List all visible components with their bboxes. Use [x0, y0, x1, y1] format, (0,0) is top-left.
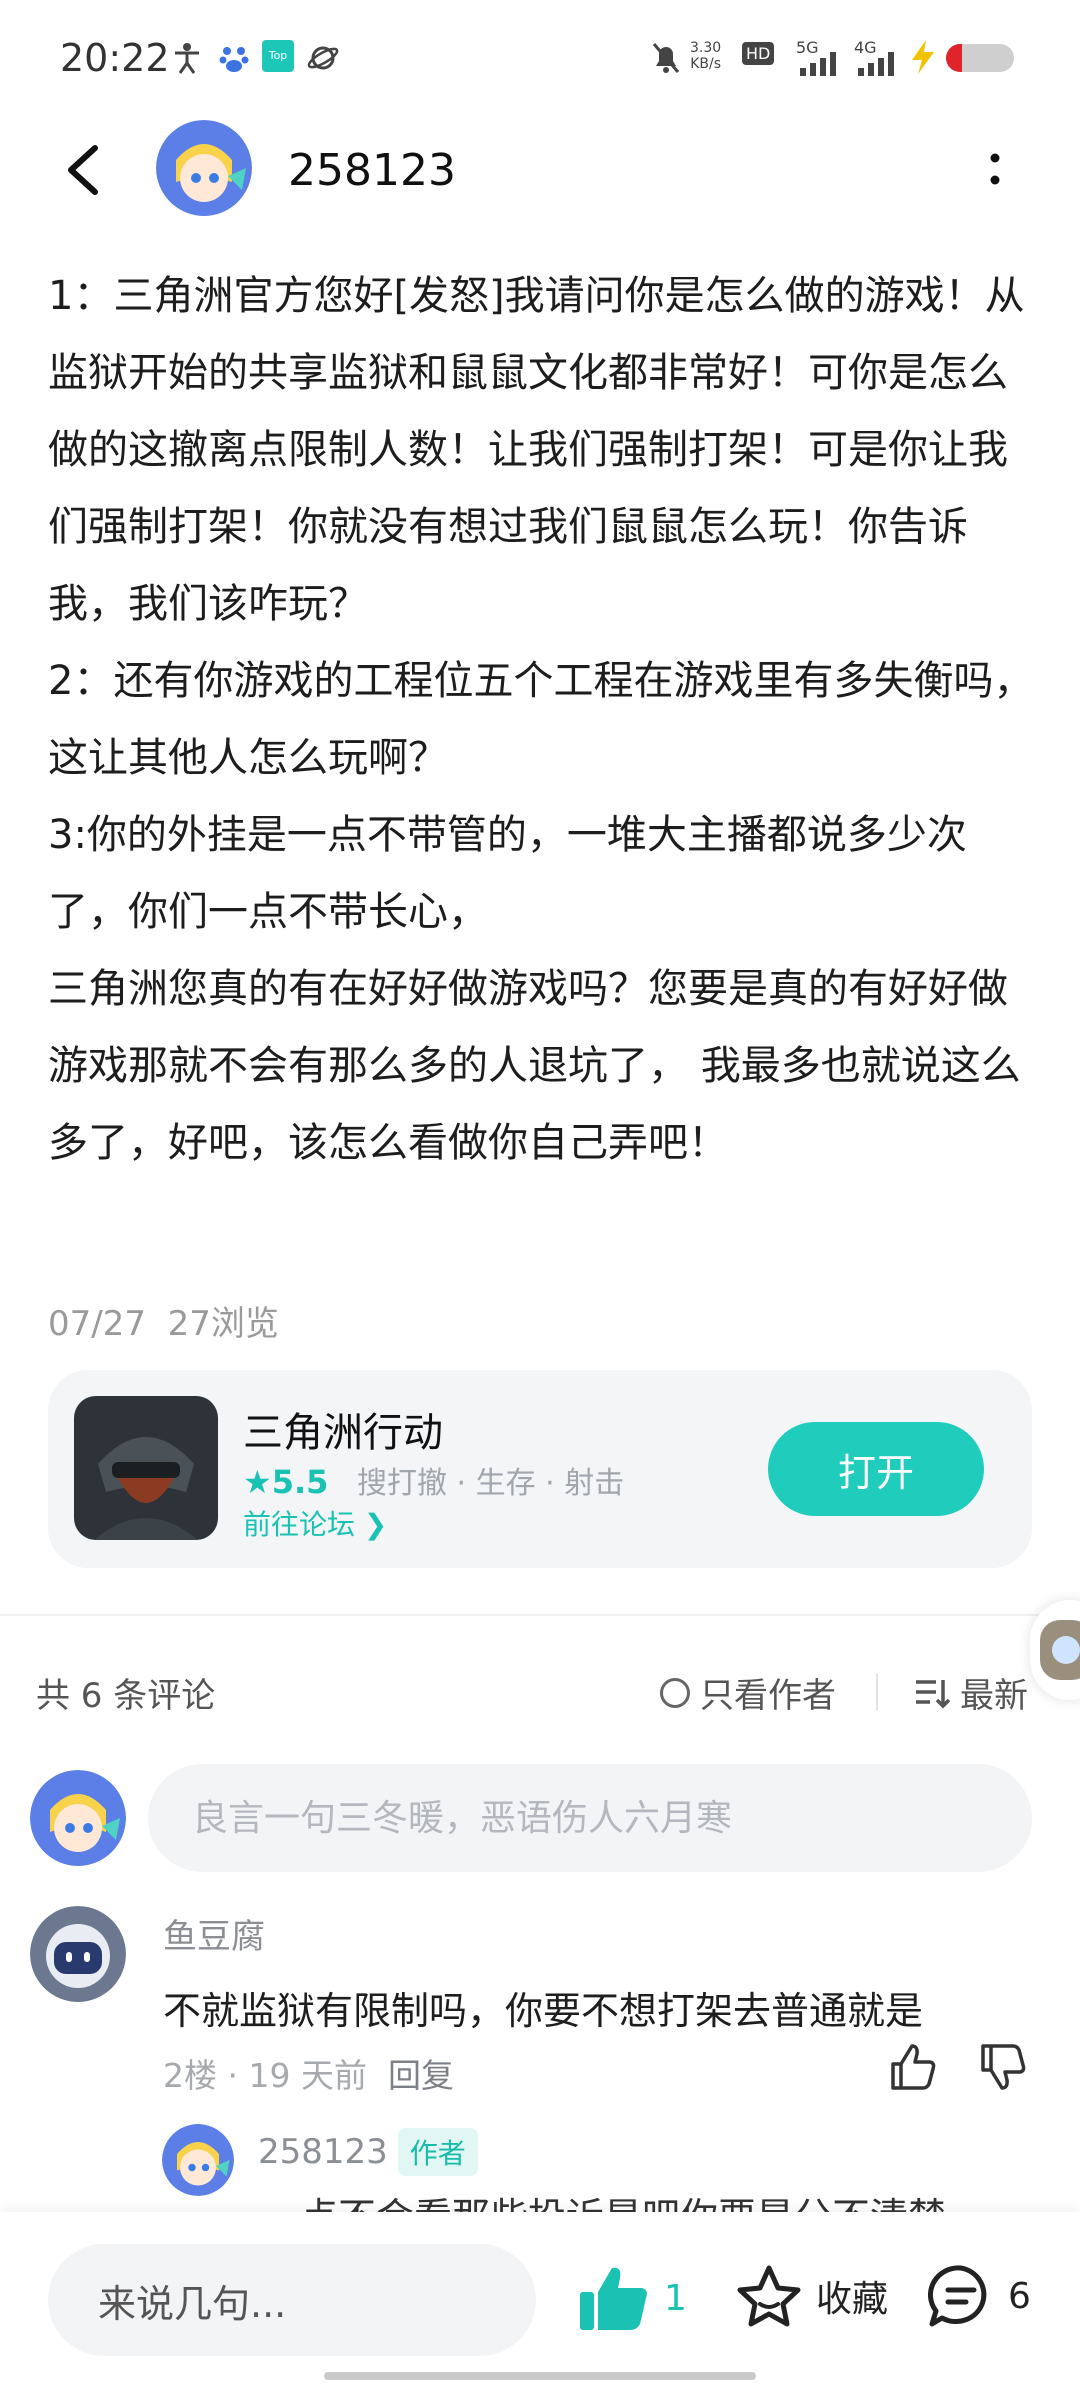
comment-text[interactable]: 不就监狱有限制吗，你要不想打架去普通就是 [163, 1980, 923, 2035]
game-rating-row: ★5.5 搜打撤 · 生存 · 射击 [243, 1463, 625, 1501]
radio-circle-icon [660, 1677, 690, 1708]
game-tag: 搜打撤 [356, 1466, 447, 1501]
baidu-paw-icon [219, 47, 249, 72]
game-name: 三角洲行动 [243, 1410, 443, 1456]
post-paragraph: 1：三角洲官方您好[发怒]我请问你是怎么做的游戏！从监狱开始的共享监狱和鼠鼠文化… [48, 273, 1025, 627]
status-bar: 20:22 Top 3.30 KB/s HD 5G 4G [0, 0, 1080, 110]
comment-floor: 2楼 [163, 2056, 217, 2095]
my-avatar [30, 1770, 126, 1866]
author-tag: 作者 [397, 2128, 478, 2176]
like-count: 1 [664, 2277, 687, 2319]
commenter-avatar[interactable] [30, 1906, 126, 2002]
star-outline-icon [737, 2265, 801, 2327]
favorite-label: 收藏 [816, 2279, 889, 2320]
comment-bubble-icon [928, 2265, 987, 2327]
status-time: 20:22 [60, 36, 170, 80]
reply-avatar[interactable] [162, 2124, 234, 2196]
forum-link[interactable]: 前往论坛 ❯ [243, 1503, 387, 1543]
top-app-icon: Top [262, 40, 294, 72]
reply-author-name[interactable]: 258123 [258, 2132, 388, 2172]
comment-count-badge: 6 [1008, 2275, 1031, 2317]
author-only-toggle[interactable]: 只看作者 [660, 1668, 836, 1717]
charging-bolt-icon [912, 40, 934, 74]
post-meta: 07/27 27浏览 [48, 1296, 279, 1345]
more-options-icon[interactable] [980, 150, 1010, 190]
signal-icon-sim1 [800, 52, 836, 76]
home-indicator[interactable] [324, 2372, 756, 2380]
comment-meta: 2楼 · 19 天前 回复 [163, 2056, 454, 2095]
thumbs-down-icon[interactable] [978, 2042, 1028, 2092]
favorite-button[interactable]: 收藏 [736, 2264, 888, 2328]
star-icon: ★ [243, 1463, 272, 1501]
like-button[interactable]: 1 [578, 2264, 687, 2332]
say-something-input[interactable]: 来说几句... [48, 2244, 536, 2356]
post-body: 1：三角洲官方您好[发怒]我请问你是怎么做的游戏！从监狱开始的共享监狱和鼠鼠文化… [48, 258, 1038, 1182]
chevron-right-icon: ❯ [363, 1508, 388, 1541]
post-views: 27浏览 [167, 1304, 279, 1344]
game-tag: 射击 [564, 1466, 625, 1501]
game-tag: 生存 [475, 1466, 536, 1501]
post-date: 07/27 [48, 1304, 146, 1344]
back-arrow-icon[interactable] [55, 140, 115, 200]
author-only-label: 只看作者 [700, 1676, 836, 1716]
net-speed: 3.30 KB/s [690, 40, 722, 72]
author-avatar[interactable] [156, 120, 252, 216]
post-paragraph: 2：还有你游戏的工程位五个工程在游戏里有多失衡吗，这让其他人怎么玩啊？ [48, 658, 1034, 781]
sort-icon [916, 1679, 950, 1708]
planet-icon [307, 46, 339, 70]
commenter-name[interactable]: 鱼豆腐 [163, 1909, 265, 1958]
accessibility-icon [175, 43, 199, 74]
divider [0, 1614, 1080, 1616]
thumbs-up-icon[interactable] [888, 2042, 938, 2092]
sort-button[interactable]: 最新 [914, 1668, 1028, 1717]
divider [876, 1674, 878, 1710]
thumbs-up-filled-icon [580, 2267, 647, 2330]
mute-bell-icon [652, 43, 680, 73]
signal-icon-sim2 [858, 52, 894, 76]
battery-icon [946, 44, 1014, 72]
forum-link-label: 前往论坛 [243, 1508, 356, 1541]
game-card[interactable]: 三角洲行动 ★5.5 搜打撤 · 生存 · 射击 前往论坛 ❯ 打开 [48, 1370, 1032, 1568]
game-icon [74, 1396, 218, 1540]
post-paragraph: 三角洲您真的有在好好做游戏吗？您要是真的有好好做游戏那就不会有那么多的人退坑了，… [48, 966, 1021, 1166]
comment-input[interactable] [148, 1764, 1032, 1872]
sort-label: 最新 [960, 1676, 1028, 1716]
floating-widget-button[interactable] [1030, 1600, 1080, 1700]
reply-author: 258123 作者 [258, 2128, 478, 2176]
reply-button[interactable]: 回复 [388, 2056, 454, 2095]
comment-time: 19 天前 [248, 2056, 367, 2095]
game-rating: 5.5 [271, 1463, 329, 1501]
bottom-action-bar: 来说几句... 1 收藏 6 [0, 2212, 1080, 2388]
post-paragraph: 3:你的外挂是一点不带管的，一堆大主播都说多少次了，你们一点不带长心， [48, 812, 967, 935]
header-username: 258123 [288, 145, 456, 196]
comment-count: 共 6 条评论 [36, 1676, 216, 1716]
comments-button[interactable]: 6 [928, 2264, 1031, 2328]
hd-badge: HD [742, 42, 775, 65]
open-game-button[interactable]: 打开 [768, 1422, 984, 1516]
